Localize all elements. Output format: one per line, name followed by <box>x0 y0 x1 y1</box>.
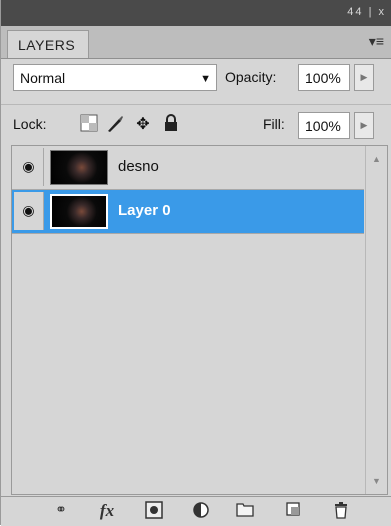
blend-mode-value: Normal <box>20 70 66 86</box>
opacity-slider-arrow[interactable]: ▶ <box>354 64 374 91</box>
lock-label: Lock: <box>13 116 47 132</box>
fill-field[interactable]: 100% <box>298 112 350 139</box>
lock-transparent-pixels-icon[interactable] <box>79 114 99 134</box>
panel-window-controls[interactable]: 44 | x <box>347 6 386 18</box>
lock-position-icon[interactable]: ✥ <box>133 114 153 134</box>
layers-bottom-toolbar: ⚭ fx <box>1 496 391 526</box>
new-group-icon[interactable] <box>233 501 257 521</box>
opacity-value: 100% <box>305 70 341 86</box>
link-layers-icon[interactable]: ⚭ <box>49 501 73 521</box>
layers-scrollbar[interactable]: ▲ ▼ <box>365 146 387 494</box>
new-layer-icon[interactable] <box>281 501 305 521</box>
panel-menu-icon[interactable]: ▾≡ <box>369 33 384 50</box>
visibility-eye-icon[interactable]: ◉ <box>14 192 44 230</box>
lock-all-icon[interactable] <box>161 114 181 134</box>
tab-row: LAYERS ▾≡ <box>1 26 391 59</box>
tab-layers-label: LAYERS <box>18 37 76 53</box>
scroll-down-icon[interactable]: ▼ <box>372 476 381 486</box>
add-mask-icon[interactable] <box>142 501 166 521</box>
layer-thumbnail <box>50 150 108 185</box>
opacity-label: Opacity: <box>225 69 277 85</box>
layer-thumbnail <box>50 194 108 229</box>
fill-value: 100% <box>305 118 341 134</box>
chevron-down-icon: ▼ <box>200 73 211 85</box>
delete-layer-icon[interactable] <box>329 501 353 521</box>
layer-style-fx-icon[interactable]: fx <box>95 501 119 521</box>
lock-row: Lock: ✥ Fill: 100% ▶ <box>1 104 391 147</box>
lock-image-pixels-icon[interactable] <box>105 114 125 134</box>
layers-list: ◉ desno ◉ Layer 0 ▲ ▼ <box>11 145 388 495</box>
fill-slider-arrow[interactable]: ▶ <box>354 112 374 139</box>
layer-name: desno <box>118 158 159 175</box>
scroll-up-icon[interactable]: ▲ <box>372 154 381 164</box>
layer-row-desno[interactable]: ◉ desno <box>12 146 364 190</box>
layer-row-layer-0[interactable]: ◉ Layer 0 <box>12 190 364 234</box>
panel-titlebar: 44 | x <box>1 0 391 27</box>
layer-name: Layer 0 <box>118 202 171 219</box>
layers-panel: 44 | x LAYERS ▾≡ Normal ▼ Opacity: 100% … <box>0 0 391 526</box>
blend-mode-select[interactable]: Normal ▼ <box>13 64 217 91</box>
visibility-eye-icon[interactable]: ◉ <box>14 148 44 186</box>
opacity-field[interactable]: 100% <box>298 64 350 91</box>
fill-label: Fill: <box>263 116 285 132</box>
tab-layers[interactable]: LAYERS <box>7 30 89 58</box>
adjustment-layer-icon[interactable] <box>189 501 213 521</box>
blend-row: Normal ▼ Opacity: 100% ▶ <box>1 58 391 98</box>
